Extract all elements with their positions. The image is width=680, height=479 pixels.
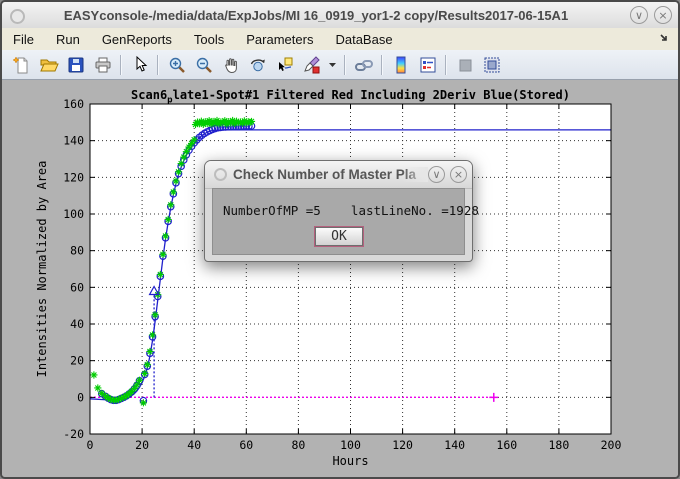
svg-text:20: 20 [70,354,84,368]
insert-colorbar-button[interactable] [388,53,413,77]
svg-text:200: 200 [601,438,622,452]
insert-legend-button[interactable] [415,53,440,77]
menubar: FileRunGenReportsToolsParametersDataBase [2,28,678,51]
rotate-3d-button[interactable] [245,53,270,77]
brush-data-button[interactable] [299,53,324,77]
dialog-title: Check Number of Master Pla [233,167,428,182]
y-axis-label: Intensities Normalized by Area [35,161,49,378]
figure-toolbar [2,50,678,80]
svg-text:180: 180 [549,438,570,452]
window-minimize-button[interactable]: ∨ [630,6,648,24]
toolbar-separator [445,55,447,75]
dialog-menu-icon[interactable] [214,168,227,181]
svg-text:140: 140 [444,438,465,452]
zoom-in-button[interactable] [164,53,189,77]
figure-area: Scan6plate1-Spot#1 Filtered Red Includin… [2,80,678,477]
svg-text:60: 60 [70,280,84,294]
svg-text:80: 80 [70,244,84,258]
svg-text:20: 20 [135,438,149,452]
toolbar-separator [344,55,346,75]
svg-text:100: 100 [340,438,361,452]
svg-text:40: 40 [70,317,84,331]
menu-item-parameters[interactable]: Parameters [235,30,324,49]
plot-canvas[interactable]: 020406080100120140160180200-200204060801… [2,80,678,477]
svg-text:40: 40 [187,438,201,452]
hide-plot-tools-button[interactable] [452,53,477,77]
chart-title: Scan6plate1-Spot#1 Filtered Red Includin… [90,88,611,105]
edit-plot-arrow-button[interactable] [127,53,152,77]
svg-text:-20: -20 [63,427,84,441]
window-menu-icon[interactable] [10,9,25,24]
brush-dropdown-button[interactable] [326,53,339,77]
x-axis-label: Hours [332,454,368,468]
toolbar-separator [381,55,383,75]
svg-text:100: 100 [63,207,84,221]
toolbar-separator [157,55,159,75]
svg-text:80: 80 [291,438,305,452]
window-titlebar[interactable]: EASYconsole-/media/data/ExpJobs/MI 16_09… [2,2,678,29]
ok-button[interactable]: OK [315,227,363,246]
dock-figure-button[interactable] [479,53,504,77]
menu-item-tools[interactable]: Tools [183,30,235,49]
svg-text:120: 120 [392,438,413,452]
toolbar-separator [120,55,122,75]
app-window: EASYconsole-/media/data/ExpJobs/MI 16_09… [0,0,680,479]
menu-item-database[interactable]: DataBase [324,30,403,49]
dialog-message: NumberOfMP =5 lastLineNo. =1928 [223,203,479,218]
svg-text:160: 160 [63,97,84,111]
menu-item-file[interactable]: File [2,30,45,49]
link-plot-button[interactable] [351,53,376,77]
svg-text:0: 0 [77,390,84,404]
window-close-button[interactable]: × [654,6,672,24]
svg-text:160: 160 [496,438,517,452]
data-cursor-button[interactable] [272,53,297,77]
menubar-corner-icon[interactable] [659,32,670,47]
check-master-plates-dialog: Check Number of Master Pla ∨ × NumberOfM… [204,160,473,262]
zoom-out-button[interactable] [191,53,216,77]
new-figure-button[interactable] [9,53,34,77]
svg-text:120: 120 [63,170,84,184]
pan-hand-button[interactable] [218,53,243,77]
window-title: EASYconsole-/media/data/ExpJobs/MI 16_09… [2,8,630,23]
svg-text:140: 140 [63,134,84,148]
svg-text:60: 60 [239,438,253,452]
menu-item-genreports[interactable]: GenReports [91,30,183,49]
dialog-close-button[interactable]: × [450,166,467,183]
dialog-minimize-button[interactable]: ∨ [428,166,445,183]
dialog-body: NumberOfMP =5 lastLineNo. =1928 OK [212,188,465,255]
open-file-button[interactable] [36,53,61,77]
print-figure-button[interactable] [90,53,115,77]
svg-text:0: 0 [87,438,94,452]
menu-item-run[interactable]: Run [45,30,91,49]
save-figure-button[interactable] [63,53,88,77]
dialog-titlebar[interactable]: Check Number of Master Pla ∨ × [205,161,472,189]
